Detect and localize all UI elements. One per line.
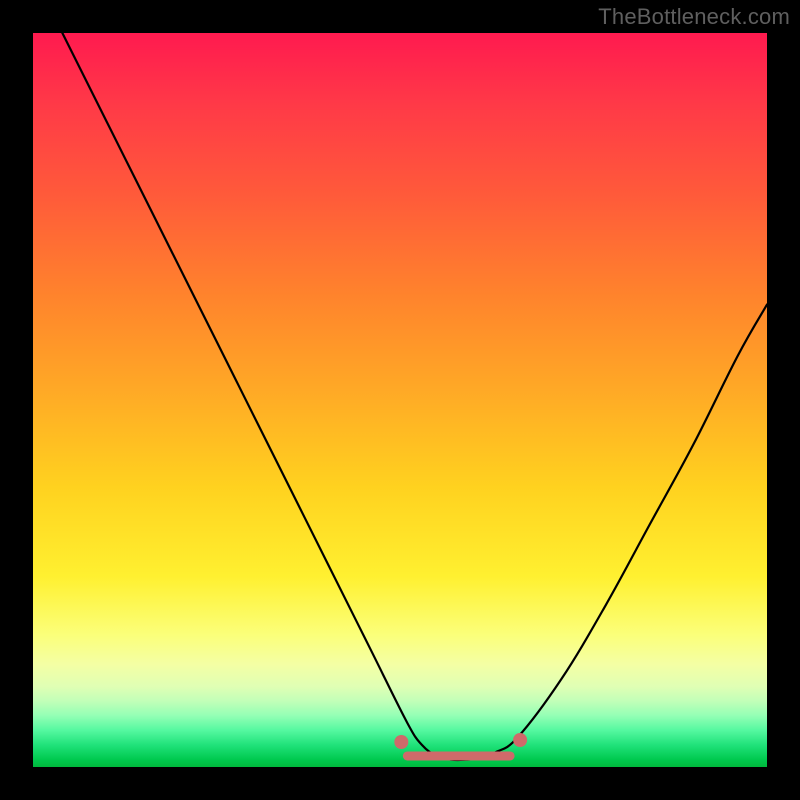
trough-end-dot	[394, 735, 408, 749]
trough-dot	[506, 752, 514, 760]
trough-dot	[489, 752, 497, 760]
trough-dot	[438, 752, 446, 760]
bottleneck-curve-path	[62, 33, 767, 760]
trough-dot	[421, 752, 429, 760]
watermark-text: TheBottleneck.com	[598, 4, 790, 30]
curve-overlay	[33, 33, 767, 767]
trough-dot	[403, 752, 411, 760]
trough-dot	[455, 752, 463, 760]
trough-dot	[472, 752, 480, 760]
chart-frame: TheBottleneck.com	[0, 0, 800, 800]
plot-area	[33, 33, 767, 767]
trough-end-dot	[513, 733, 527, 747]
